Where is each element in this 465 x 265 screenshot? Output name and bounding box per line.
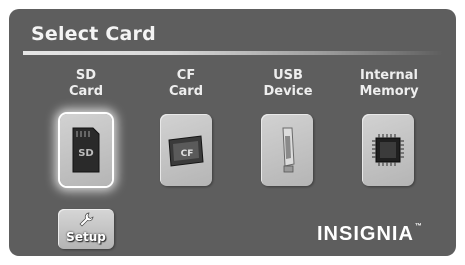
card-label-sd: SD Card — [68, 68, 104, 99]
card-label-cf: CF Card — [168, 68, 204, 99]
memory-chip-icon — [372, 134, 404, 166]
usb-drive-icon — [282, 127, 295, 173]
usb-device-button[interactable] — [261, 114, 313, 186]
brand-logo: INSIGNIA™ — [317, 223, 423, 245]
svg-text:SD: SD — [78, 148, 94, 159]
svg-text:CF: CF — [181, 149, 194, 159]
select-card-screen: Select Card SD Card CF Card USB Device I… — [9, 9, 456, 256]
page-title: Select Card — [31, 23, 156, 45]
internal-memory-button[interactable] — [362, 114, 414, 186]
sd-card-button[interactable]: SD — [60, 114, 112, 186]
card-label-internal: Internal Memory — [359, 68, 419, 99]
wrench-icon — [79, 212, 94, 227]
cf-card-icon: CF — [168, 135, 204, 167]
cf-card-button[interactable]: CF — [160, 114, 212, 186]
setup-button[interactable]: Setup — [58, 209, 114, 249]
title-divider — [23, 51, 443, 55]
card-label-usb: USB Device — [263, 68, 313, 99]
setup-label: Setup — [66, 230, 106, 244]
sd-card-icon: SD — [72, 127, 100, 173]
